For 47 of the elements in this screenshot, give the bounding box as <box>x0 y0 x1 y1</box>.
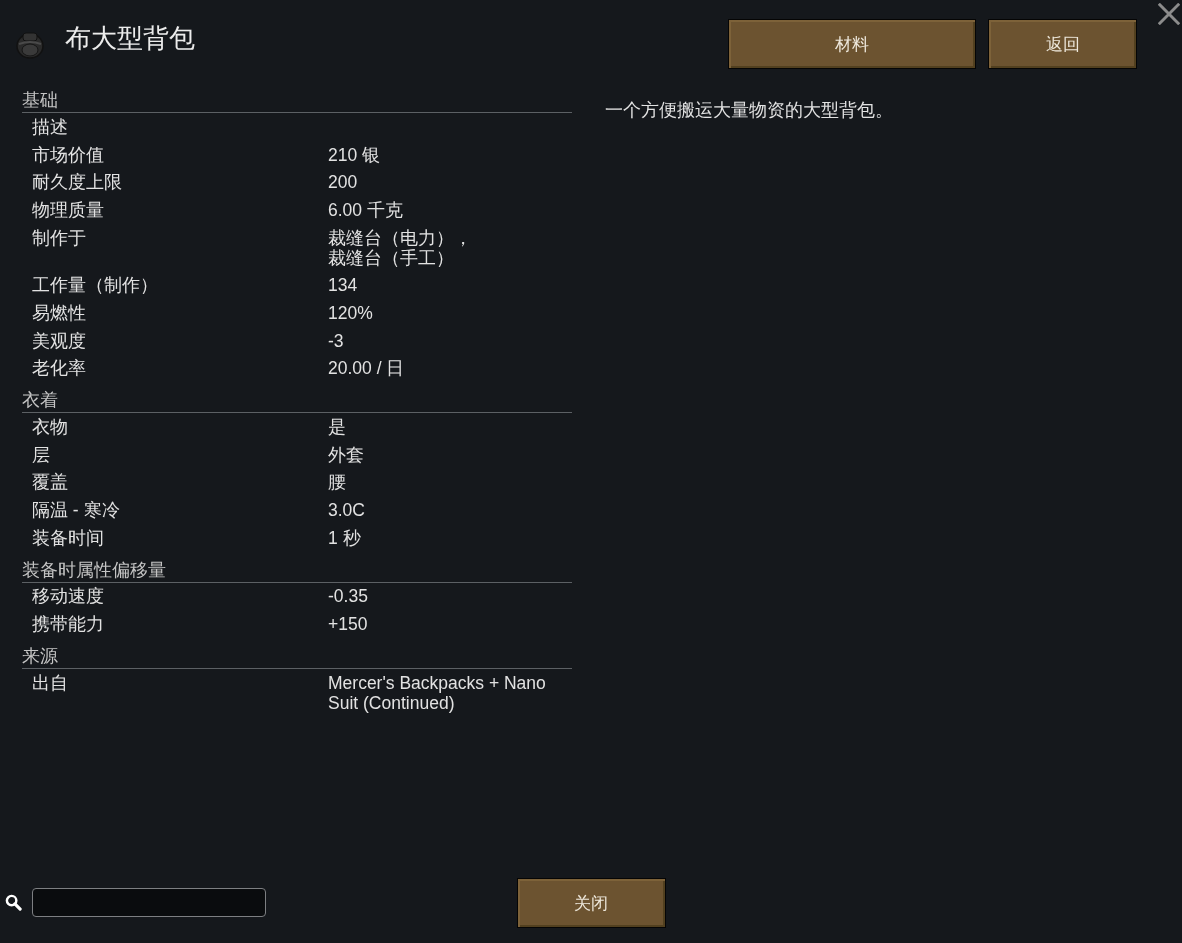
stat-value: 6.00 千克 <box>328 199 404 220</box>
stat-value: +150 <box>328 614 369 635</box>
stat-label: 老化率 <box>32 358 87 379</box>
header-button[interactable]: 材料 <box>728 19 976 69</box>
stat-value: 裁缝台（手工） <box>328 247 454 268</box>
section-header: 衣着 <box>22 382 572 414</box>
stat-value: 腰 <box>328 472 347 493</box>
stat-value: 20.00 / 日 <box>328 358 406 379</box>
section-header: 装备时属性偏移量 <box>22 551 572 583</box>
stat-value: -3 <box>328 330 345 351</box>
stat-value: -0.35 <box>328 586 369 607</box>
stat-label: 移动速度 <box>32 586 105 607</box>
stat-value: 1 秒 <box>328 527 362 548</box>
item-title: 布大型背包 <box>65 23 195 53</box>
stat-value: 120% <box>328 302 374 323</box>
stat-label: 易燃性 <box>32 302 87 323</box>
section-header: 基础 <box>22 82 572 113</box>
stat-value: 裁缝台（电力）， <box>328 227 472 248</box>
item-description: 一个方便搬运大量物资的大型背包。 <box>605 100 893 120</box>
stat-label: 工作量（制作） <box>32 275 159 296</box>
stat-label: 层 <box>32 444 51 465</box>
stat-label: 出自 <box>32 672 69 693</box>
stat-label: 装备时间 <box>32 527 105 548</box>
stat-label: 隔温 - 寒冷 <box>32 500 121 521</box>
stat-label: 物理质量 <box>32 199 105 220</box>
stat-label: 覆盖 <box>32 472 69 493</box>
close-button[interactable]: 关闭 <box>516 878 666 928</box>
stat-value: 是 <box>328 417 347 438</box>
header-button[interactable]: 返回 <box>988 19 1137 69</box>
stat-value: Mercer's Backpacks + Nano Suit (Continued) <box>328 672 547 713</box>
stat-label: 携带能力 <box>32 614 105 635</box>
close-icon[interactable] <box>1158 3 1180 25</box>
stat-label: 制作于 <box>32 227 87 248</box>
stat-label: 衣物 <box>32 417 69 438</box>
backpack-icon <box>15 30 45 60</box>
stat-value: 外套 <box>328 444 365 465</box>
stat-value: 3.0C <box>328 500 366 521</box>
stat-value: 200 <box>328 172 359 193</box>
stat-label: 描述 <box>32 116 69 137</box>
section-header: 来源 <box>22 638 572 669</box>
stat-label: 美观度 <box>32 330 87 351</box>
search-field[interactable] <box>32 888 266 917</box>
search-icon <box>5 894 22 911</box>
stat-value: 210 银 <box>328 144 382 165</box>
stat-label: 耐久度上限 <box>32 172 123 193</box>
stat-label: 市场价值 <box>32 144 105 165</box>
stat-value: 134 <box>328 275 359 296</box>
